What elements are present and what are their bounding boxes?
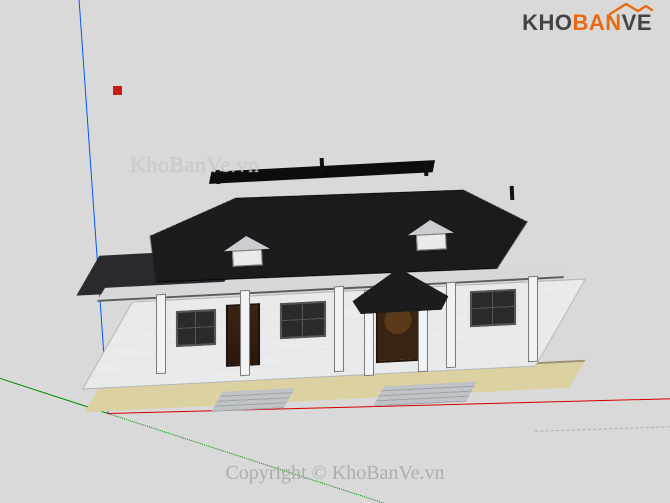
window-left [176, 309, 216, 347]
steps-main [373, 382, 477, 407]
dormer-right [407, 219, 455, 251]
column-6 [528, 276, 538, 362]
roof-finial-4 [510, 186, 515, 200]
roof-finial-2 [320, 158, 325, 172]
brand-logo: KHOBANVE [522, 10, 652, 36]
watermark-copyright: Copyright © KhoBanVe.vn [225, 462, 444, 485]
roof-finial-3 [424, 162, 429, 176]
ground-guide [478, 425, 670, 481]
sketchup-viewport[interactable]: KhoBanVe.vn KHOBANVE Copyright © KhoBanV… [0, 0, 670, 503]
window-center [280, 301, 326, 339]
column-2 [240, 290, 250, 376]
logo-roof-icon [608, 2, 654, 16]
model-house[interactable] [90, 140, 590, 440]
dormer-left [223, 235, 271, 267]
window-right [470, 289, 516, 327]
column-1 [156, 294, 166, 374]
roof-main [122, 188, 528, 284]
selection-marker [113, 86, 122, 95]
watermark-overlay: KhoBanVe.vn [130, 152, 260, 178]
column-5 [446, 282, 456, 368]
column-3 [334, 286, 344, 372]
steps-side [211, 388, 295, 412]
logo-text-1: KHO [522, 10, 572, 35]
